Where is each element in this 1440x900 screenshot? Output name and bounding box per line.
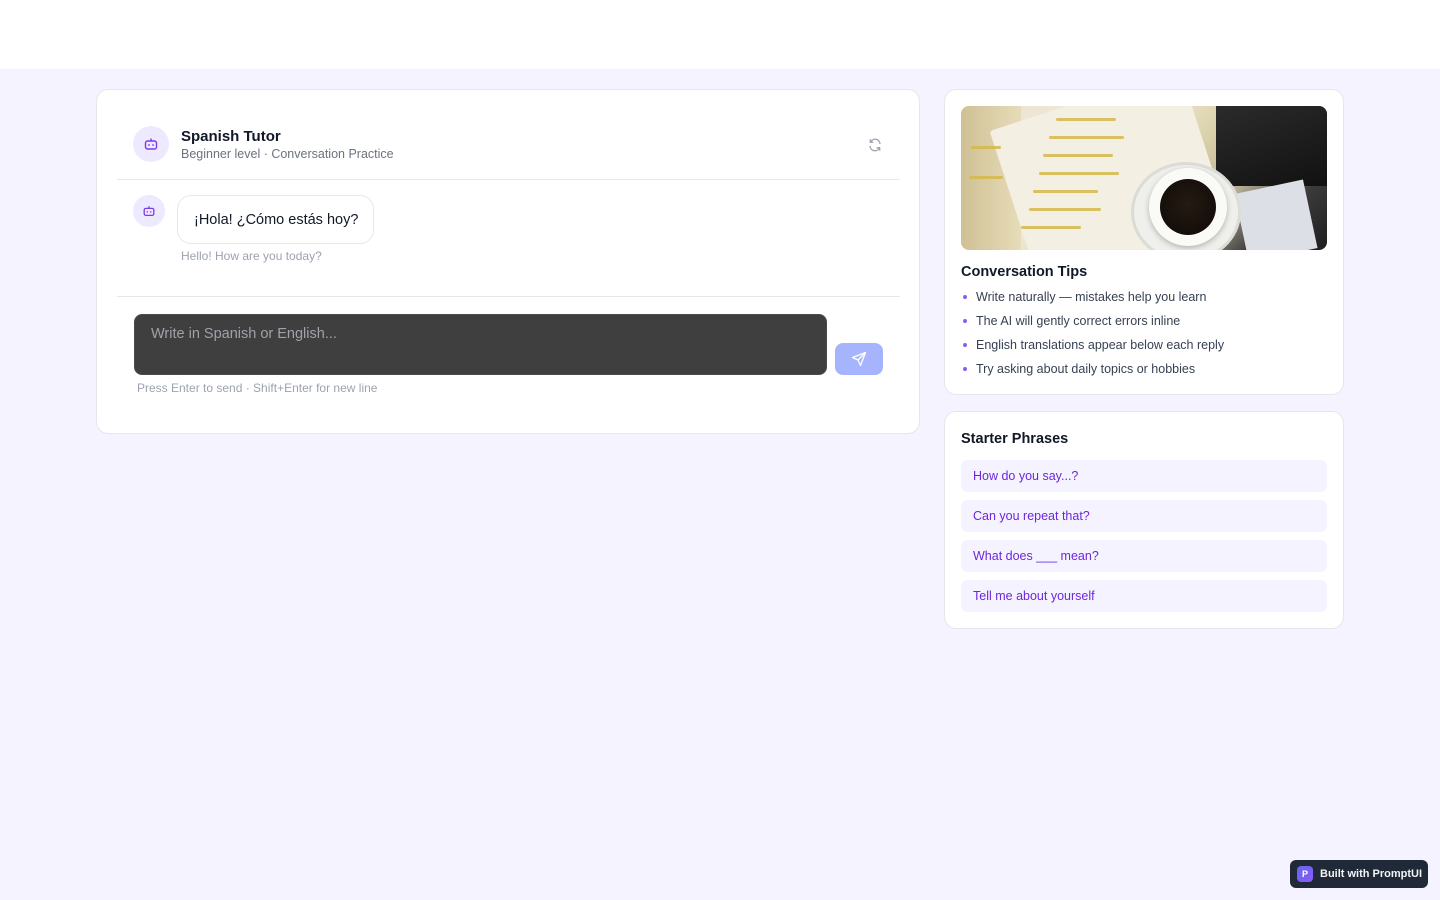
divider — [117, 296, 900, 297]
tutor-message-bubble: ¡Hola! ¿Cómo estás hoy? — [177, 195, 374, 244]
tips-list: Write naturally — mistakes help you lear… — [961, 289, 1224, 385]
tutor-subtitle: Beginner level · Conversation Practice — [181, 147, 394, 161]
chat-panel: Spanish Tutor Beginner level · Conversat… — [96, 89, 920, 434]
message-input[interactable] — [134, 314, 827, 375]
phrases-title: Starter Phrases — [961, 431, 1069, 447]
input-hint: Press Enter to send · Shift+Enter for ne… — [137, 381, 378, 395]
robot-icon — [143, 206, 155, 217]
starter-phrase-button[interactable]: Tell me about yourself — [961, 580, 1327, 612]
tutor-avatar — [133, 126, 169, 162]
promptui-logo-icon: P — [1297, 866, 1313, 882]
tips-title: Conversation Tips — [961, 264, 1088, 280]
conversation-tips-card: Conversation Tips Write naturally — mist… — [944, 89, 1344, 395]
top-bar — [0, 0, 1440, 69]
tip-item: The AI will gently correct errors inline — [961, 313, 1224, 337]
refresh-button[interactable] — [865, 135, 885, 155]
robot-icon — [144, 138, 158, 150]
chat-header: Spanish Tutor Beginner level · Conversat… — [117, 90, 900, 180]
refresh-icon — [869, 138, 881, 152]
send-icon — [851, 351, 867, 367]
message-translation: Hello! How are you today? — [181, 249, 322, 263]
tip-item: English translations appear below each r… — [961, 337, 1224, 361]
starter-phrase-button[interactable]: What does ___ mean? — [961, 540, 1327, 572]
built-with-badge[interactable]: P Built with PromptUI — [1290, 860, 1428, 888]
message-avatar — [133, 195, 165, 227]
send-button[interactable] — [835, 343, 883, 375]
starter-phrase-button[interactable]: How do you say...? — [961, 460, 1327, 492]
starter-phrase-button[interactable]: Can you repeat that? — [961, 500, 1327, 532]
tip-item: Write naturally — mistakes help you lear… — [961, 289, 1224, 313]
tip-item: Try asking about daily topics or hobbies — [961, 361, 1224, 385]
tutor-name: Spanish Tutor — [181, 128, 281, 145]
study-photo — [961, 106, 1327, 250]
badge-label: Built with PromptUI — [1320, 868, 1423, 880]
starter-phrases-card: Starter Phrases How do you say...? Can y… — [944, 411, 1344, 629]
